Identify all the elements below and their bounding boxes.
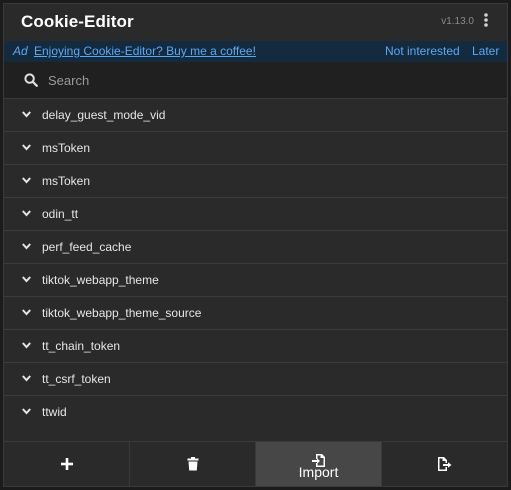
cookie-editor-popup: Cookie-Editor v1.13.0 Ad Enjoying Cookie…	[3, 3, 508, 487]
bottom-toolbar: Import	[4, 441, 507, 486]
later-button[interactable]: Later	[472, 41, 499, 62]
ad-banner: Ad Enjoying Cookie-Editor? Buy me a coff…	[4, 41, 507, 62]
cookie-name: odin_tt	[42, 207, 79, 221]
delete-all-button[interactable]	[130, 442, 256, 486]
trash-icon	[187, 457, 198, 471]
ad-prefix-label: Ad	[13, 44, 28, 58]
version-label: v1.13.0	[441, 16, 474, 27]
ad-coffee-link[interactable]: Enjoying Cookie-Editor? Buy me a coffee!	[34, 41, 256, 62]
cookie-row[interactable]: perf_feed_cache	[4, 231, 507, 264]
cookie-name: ttwid	[42, 405, 67, 419]
cookie-row[interactable]: odin_tt	[4, 198, 507, 231]
cookie-row[interactable]: msToken	[4, 132, 507, 165]
cookie-name: tiktok_webapp_theme_source	[42, 306, 202, 320]
cookie-name: msToken	[42, 141, 91, 155]
cookie-list: delay_guest_mode_vid msToken msToken odin_t…	[4, 99, 507, 439]
cookie-name: tiktok_webapp_theme	[42, 273, 159, 287]
cookie-name: tt_csrf_token	[42, 372, 111, 386]
cookie-name: delay_guest_mode_vid	[42, 108, 166, 122]
import-button[interactable]: Import	[256, 442, 382, 486]
app-title: Cookie-Editor	[21, 12, 134, 31]
chevron-down-icon	[22, 408, 31, 415]
search-bar	[4, 62, 507, 99]
plus-icon	[60, 458, 73, 470]
more-menu-button[interactable]	[481, 12, 491, 28]
cookie-row[interactable]: tiktok_webapp_theme	[4, 264, 507, 297]
cookie-row[interactable]: tt_chain_token	[4, 330, 507, 363]
header: Cookie-Editor v1.13.0	[4, 4, 507, 39]
import-label: Import	[298, 464, 339, 480]
search-input[interactable]	[48, 68, 488, 93]
chevron-down-icon	[22, 210, 31, 217]
chevron-down-icon	[22, 276, 31, 283]
cookie-name: tt_chain_token	[42, 339, 121, 353]
cookie-name: perf_feed_cache	[42, 240, 132, 254]
cookie-row[interactable]: tiktok_webapp_theme_source	[4, 297, 507, 330]
not-interested-button[interactable]: Not interested	[385, 41, 460, 62]
chevron-down-icon	[22, 243, 31, 250]
kebab-menu-icon	[484, 13, 488, 27]
export-button[interactable]	[382, 442, 507, 486]
chevron-down-icon	[22, 144, 31, 151]
add-cookie-button[interactable]	[4, 442, 130, 486]
chevron-down-icon	[22, 309, 31, 316]
cookie-row[interactable]: msToken	[4, 165, 507, 198]
cookie-row[interactable]: ttwid	[4, 396, 507, 429]
chevron-down-icon	[22, 177, 31, 184]
cookie-row[interactable]: delay_guest_mode_vid	[4, 99, 507, 132]
cookie-row[interactable]: tt_csrf_token	[4, 363, 507, 396]
cookie-name: msToken	[42, 174, 91, 188]
chevron-down-icon	[22, 375, 31, 382]
export-icon	[437, 457, 451, 471]
chevron-down-icon	[22, 111, 31, 118]
chevron-down-icon	[22, 342, 31, 349]
search-icon	[24, 73, 38, 87]
